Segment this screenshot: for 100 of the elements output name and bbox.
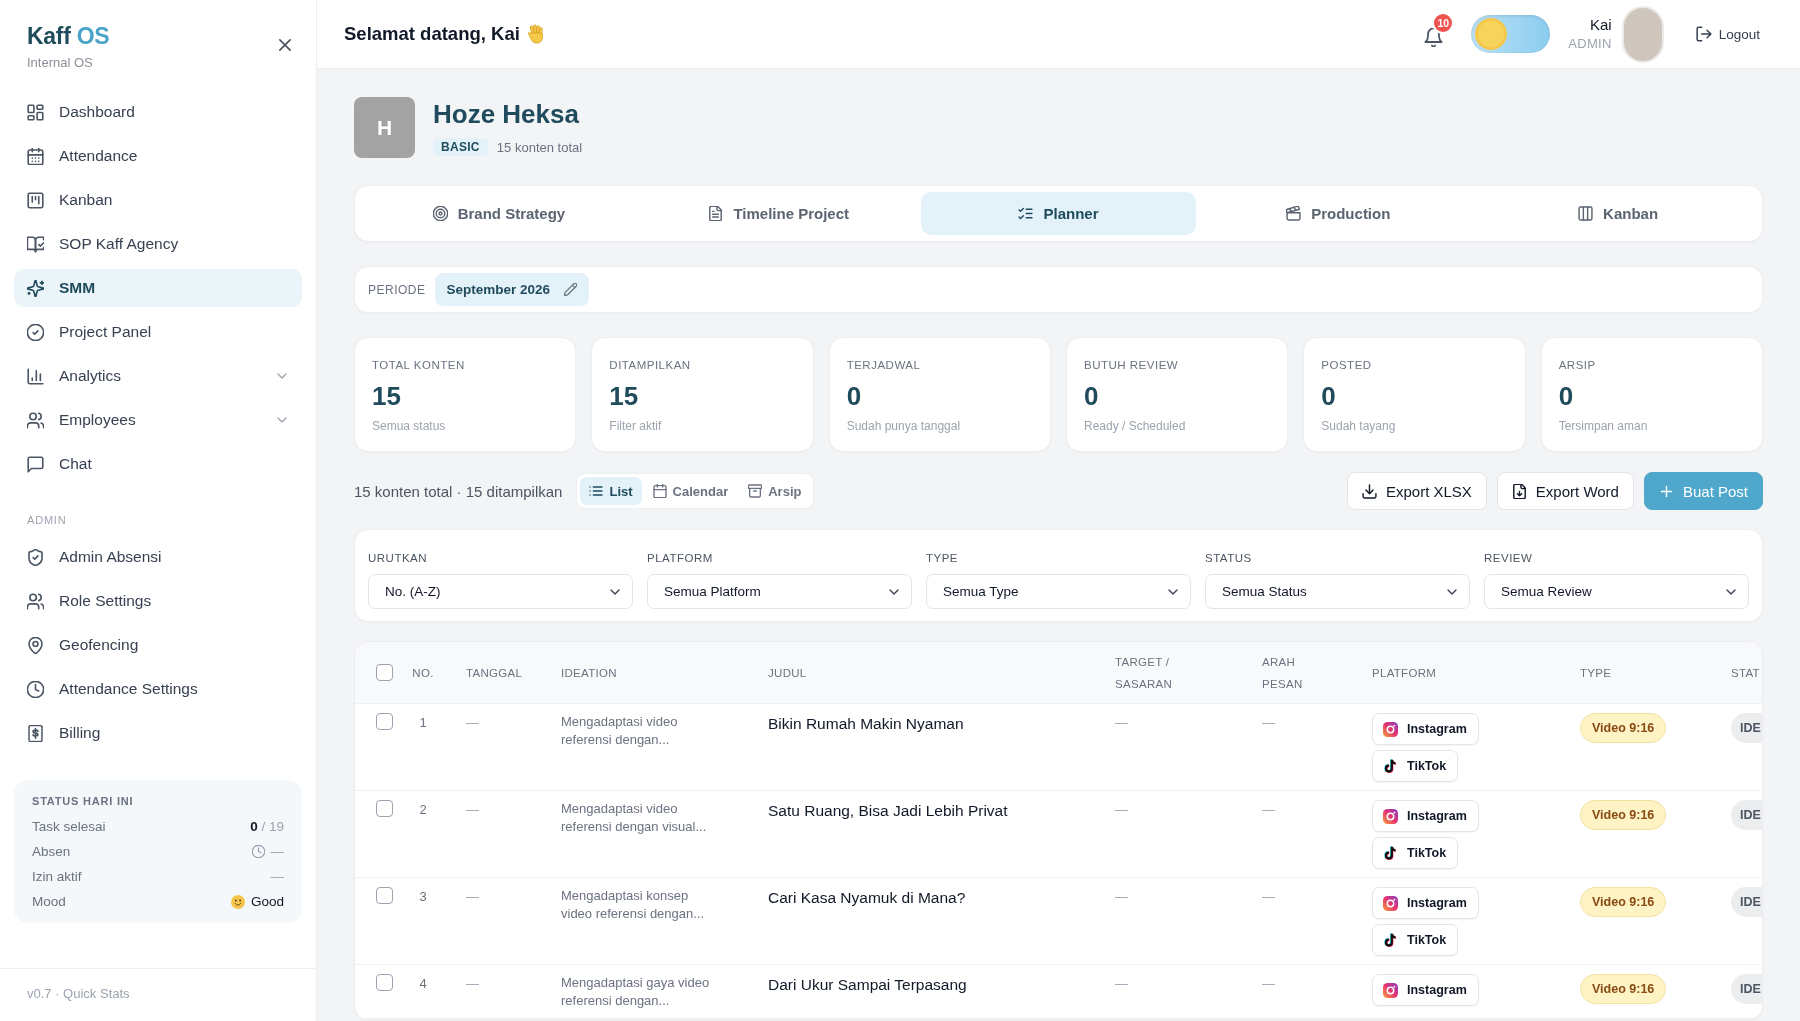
table-cell: — [1115, 889, 1128, 904]
ideation-text: Mengadaptasi video referensi dengan visual... [561, 800, 708, 836]
row-checkbox[interactable] [376, 887, 393, 904]
row-checkbox[interactable] [376, 800, 393, 817]
document-icon [708, 206, 724, 221]
column-header: NO. [412, 665, 434, 681]
table-cell: — [1115, 802, 1128, 817]
row-checkbox[interactable] [376, 974, 393, 991]
archive-icon [748, 484, 763, 498]
close-button[interactable] [276, 36, 294, 54]
column-header: JUDUL [768, 665, 808, 681]
stat-value: 0 [1321, 381, 1337, 411]
filter-select[interactable]: Semua Review [1484, 574, 1749, 609]
filter-label: STATUS [1205, 551, 1253, 565]
nav-item[interactable]: Attendance Settings [14, 670, 302, 708]
nav-item[interactable]: Admin Absensi [14, 538, 302, 576]
column-header: TARGET / SASARAN [1115, 654, 1174, 692]
table-cell: — [1115, 715, 1128, 730]
ideation-text: Mengadaptasi video referensi dengan... [561, 713, 679, 749]
platform-tag: TikTok [1372, 750, 1459, 782]
filter-select[interactable]: Semua Platform [647, 574, 912, 609]
ideation-text: Mengadaptasi konsep video referensi dengan... [561, 887, 706, 923]
users-icon [27, 411, 44, 429]
filter-label: TYPE [926, 551, 960, 565]
nav-item[interactable]: Project Panel [14, 313, 302, 351]
nav-item[interactable]: Attendance [14, 137, 302, 175]
select-all-checkbox[interactable] [376, 664, 393, 681]
stat-value: 0 [1084, 381, 1100, 411]
music-note-icon [1383, 932, 1398, 948]
tab[interactable]: Planner [920, 192, 1197, 235]
filter-select[interactable]: No. (A-Z) [368, 574, 633, 609]
view-tab[interactable]: Arsip [739, 477, 811, 505]
table-cell: — [466, 976, 479, 991]
music-note-icon [1383, 845, 1398, 861]
view-tab[interactable]: List [580, 477, 642, 505]
content-summary: 15 konten total [496, 139, 583, 155]
stat-value: 0 [846, 381, 863, 411]
brand-logo: Kaff OS [27, 22, 110, 50]
content-title: Bikin Rumah Makin Nyaman [768, 715, 964, 732]
row-number: 1 [419, 715, 427, 730]
stat-caption: Ready / Scheduled [1084, 419, 1187, 433]
columns-icon [1578, 206, 1594, 221]
stat-value: 15 [372, 381, 402, 411]
chat-icon [27, 455, 44, 473]
target-icon [432, 206, 448, 221]
period-button[interactable]: September 2026 [434, 273, 590, 306]
file-download-icon [1511, 483, 1527, 499]
nav-item[interactable]: Role Settings [14, 582, 302, 620]
nav-item[interactable]: Chat [14, 445, 302, 483]
export-button[interactable]: Export XLSX [1346, 472, 1487, 510]
users-icon [27, 592, 44, 610]
nav-item[interactable]: Billing [14, 714, 302, 752]
download-icon [1361, 483, 1377, 499]
period-label: PERIODE [368, 282, 426, 297]
stat-caption: Tersimpan aman [1558, 419, 1649, 433]
nav-item[interactable]: SOP Kaff Agency [14, 225, 302, 263]
filter-select[interactable]: Semua Status [1205, 574, 1470, 609]
platform-tag: Instagram [1372, 713, 1479, 745]
export-button[interactable]: Export Word [1496, 472, 1634, 510]
table-cell: — [1262, 802, 1275, 817]
status-tag: IDE [1731, 713, 1762, 743]
stat-caption: Sudah punya tanggal [846, 419, 962, 433]
nav-item[interactable]: Dashboard [14, 93, 302, 131]
tab[interactable]: Brand Strategy [361, 192, 637, 235]
nav-item[interactable]: SMM [14, 269, 302, 307]
status-tag: IDE [1731, 974, 1762, 1004]
nav-item[interactable]: Employees [14, 401, 302, 439]
nav-item[interactable]: Kanban [14, 181, 302, 219]
bell-icon[interactable] [1424, 27, 1444, 47]
tab[interactable]: Production [1200, 192, 1477, 235]
clapperboard-icon [1286, 206, 1302, 221]
tab[interactable]: Timeline Project [640, 192, 917, 235]
calendar-icon [27, 147, 44, 165]
tab[interactable]: Kanban [1480, 192, 1756, 235]
user-name: Kai [1589, 15, 1612, 35]
type-tag: Video 9:16 [1580, 887, 1667, 917]
nav-item[interactable]: Geofencing [14, 626, 302, 664]
stat-label: TOTAL KONTEN [372, 358, 466, 372]
brand-subtitle: Internal OS [27, 55, 94, 70]
status-label: Absen [32, 844, 71, 859]
nav-item[interactable]: Analytics [14, 357, 302, 395]
theme-toggle[interactable] [1471, 15, 1551, 53]
status-value: 0 / 19 [250, 819, 284, 834]
filter-select[interactable]: Semua Type [926, 574, 1191, 609]
stat-label: ARSIP [1558, 358, 1597, 372]
shield-check-icon [27, 548, 44, 566]
view-tab[interactable]: Calendar [643, 477, 738, 505]
dollar-receipt-icon [27, 724, 44, 742]
pencil-icon [564, 283, 578, 296]
platform-tag: TikTok [1372, 924, 1459, 956]
logout-button[interactable]: Logout [1695, 26, 1760, 42]
row-checkbox[interactable] [376, 713, 393, 730]
status-value: — [270, 869, 284, 884]
camera-icon [1383, 808, 1398, 824]
table-cell: — [466, 715, 479, 730]
avatar-placeholder [1621, 5, 1664, 63]
type-tag: Video 9:16 [1580, 800, 1667, 830]
stat-caption: Filter aktif [609, 419, 663, 433]
table-cell: — [1262, 889, 1275, 904]
notification-badge: 10 [1434, 13, 1453, 32]
